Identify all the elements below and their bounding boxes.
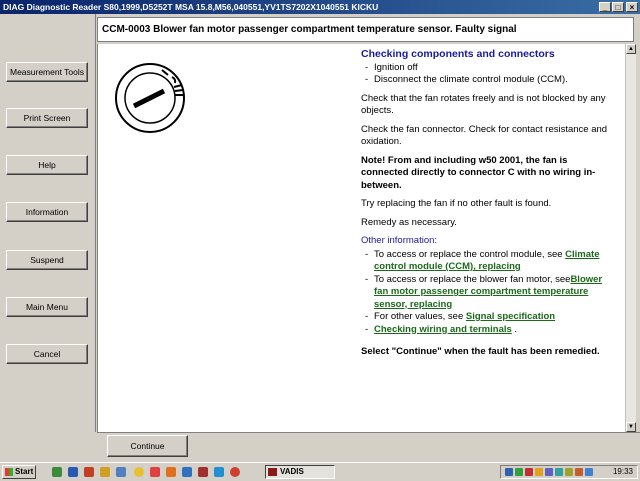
cancel-button[interactable]: Cancel — [6, 344, 88, 364]
paragraph: Check the fan connector. Check for conta… — [361, 123, 608, 148]
list-item: Disconnect the climate control module (C… — [361, 74, 617, 87]
note-paragraph: Note! From and including w50 2001, the f… — [361, 154, 596, 191]
main-menu-button[interactable]: Main Menu — [6, 297, 88, 317]
link-prefix: To access or replace the blower fan moto… — [374, 273, 571, 285]
instructions: Checking components and connectors Ignit… — [361, 48, 617, 365]
list-item: Ignition off — [361, 62, 617, 75]
start-label: Start — [15, 467, 34, 476]
paragraph: Try replacing the fan if no other fault … — [361, 198, 552, 209]
quicklaunch-icon[interactable] — [182, 467, 192, 477]
window-title-bar[interactable]: DIAG Diagnostic Reader S80,1999,D5252T M… — [0, 0, 640, 14]
link-prefix: To access or replace the control module,… — [374, 248, 566, 260]
quicklaunch-icon[interactable] — [166, 467, 176, 477]
quicklaunch-icon[interactable] — [230, 467, 240, 477]
quicklaunch-icon[interactable] — [198, 467, 208, 477]
paragraph: Check that the fan rotates freely and is… — [361, 92, 606, 117]
minimize-button[interactable]: _ — [599, 2, 611, 12]
maximize-button[interactable]: □ — [612, 2, 624, 12]
start-button[interactable]: Start — [2, 465, 36, 479]
quicklaunch-icon[interactable] — [116, 467, 126, 477]
tray-icon[interactable] — [575, 468, 583, 476]
tray-icon[interactable] — [545, 468, 553, 476]
continue-button[interactable]: Continue — [107, 435, 188, 457]
taskbar: Start VADIS 19:33 — [0, 462, 640, 481]
close-button[interactable]: × — [626, 2, 638, 12]
scroll-up-icon[interactable]: ▲ — [626, 44, 636, 54]
quicklaunch-icon[interactable] — [68, 467, 78, 477]
vadis-app-icon — [268, 468, 277, 476]
list-item: Checking wiring and terminals . — [361, 324, 617, 337]
scroll-down-icon[interactable]: ▼ — [626, 422, 636, 432]
paragraph: Remedy as necessary. — [361, 216, 457, 228]
section-title: Checking components and connectors — [361, 48, 555, 60]
taskbar-item-label: VADIS — [280, 467, 304, 476]
list-item: To access or replace the control module,… — [361, 249, 617, 274]
tray-icon[interactable] — [505, 468, 513, 476]
quicklaunch-icon[interactable] — [134, 467, 144, 477]
quicklaunch-icon[interactable] — [52, 467, 62, 477]
measurement-tools-button[interactable]: Measurement Tools — [6, 62, 88, 82]
clock[interactable]: 19:33 — [613, 466, 633, 478]
tray-icon[interactable] — [585, 468, 593, 476]
other-info-title: Other information: — [361, 235, 438, 246]
help-button[interactable]: Help — [6, 155, 88, 175]
windows-logo-icon — [5, 468, 13, 476]
sidebar-divider — [95, 14, 96, 432]
link-prefix: For other values, see — [374, 311, 466, 322]
page-title: CCM-0003 Blower fan motor passenger comp… — [97, 17, 634, 42]
suspend-button[interactable]: Suspend — [6, 250, 88, 270]
step-list: Ignition off Disconnect the climate cont… — [361, 62, 617, 87]
tray-icon[interactable] — [565, 468, 573, 476]
quicklaunch-icon[interactable] — [150, 467, 160, 477]
vertical-scrollbar[interactable]: ▲ ▼ — [625, 44, 636, 432]
window-title: DIAG Diagnostic Reader S80,1999,D5252T M… — [3, 2, 379, 12]
taskbar-item-vadis[interactable]: VADIS — [265, 465, 335, 479]
tray-icon[interactable] — [525, 468, 533, 476]
tray-icon[interactable] — [555, 468, 563, 476]
link-signal-specification[interactable]: Signal specification — [466, 311, 555, 322]
quicklaunch-icon[interactable] — [214, 467, 224, 477]
tray-icon[interactable] — [515, 468, 523, 476]
link-suffix: . — [511, 323, 518, 335]
list-item: To access or replace the blower fan moto… — [361, 274, 617, 312]
system-tray: 19:33 — [500, 465, 638, 479]
continue-note: Select "Continue" when the fault has bee… — [361, 346, 600, 357]
other-info-list: To access or replace the control module,… — [361, 249, 617, 337]
print-screen-button[interactable]: Print Screen — [6, 108, 88, 128]
information-button[interactable]: Information — [6, 202, 88, 222]
quicklaunch-icon[interactable] — [84, 467, 94, 477]
quicklaunch-icon[interactable] — [100, 467, 110, 477]
list-item: For other values, see Signal specificati… — [361, 311, 617, 324]
tray-icon[interactable] — [535, 468, 543, 476]
ignition-switch-illustration — [115, 63, 185, 133]
footer-divider — [97, 432, 640, 433]
link-checking-wiring[interactable]: Checking wiring and terminals — [374, 324, 512, 335]
